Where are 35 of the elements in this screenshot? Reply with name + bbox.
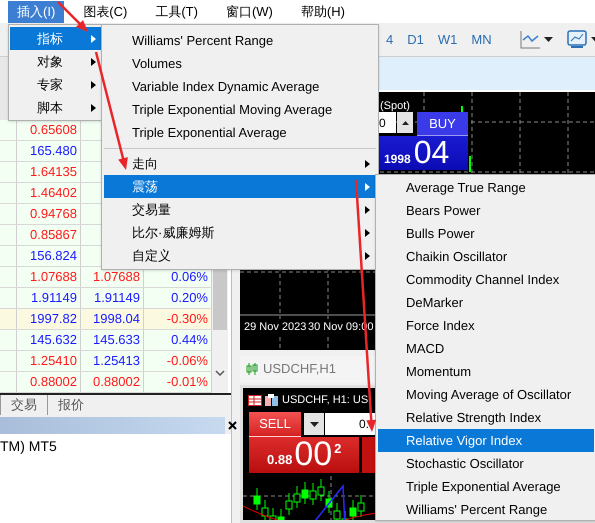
price-cell-text: 0.65608 <box>30 121 77 140</box>
price-cell-text: -0.01% <box>166 373 208 392</box>
price-cell-text: 0.94768 <box>30 205 77 224</box>
price-cell-text: 0.85867 <box>30 226 77 244</box>
price-cell-text: 1.07688 <box>30 268 77 286</box>
price-cell-text: 0.44% <box>171 331 208 350</box>
price-cell-text: -0.06% <box>166 352 208 370</box>
price-cell-text: 0.88002 <box>30 373 77 392</box>
price-cell-text: 0.20% <box>171 289 208 308</box>
price-cell-text: 145.632 <box>30 331 77 350</box>
buy-price-large: 04 <box>414 136 450 168</box>
buy-price-small: 1998 <box>384 151 411 168</box>
panel-text: TM) MT5 <box>0 438 57 454</box>
sell-price-superscript: 2 <box>334 440 342 458</box>
price-cell-text: 156.824 <box>30 247 77 266</box>
sell-price-large: 00 <box>294 437 332 471</box>
chart-header-text: USDCHF, H1: US <box>282 393 368 408</box>
chart-title: USDCHF,H1 <box>263 360 336 378</box>
price-cell-text: 1997.82 <box>30 310 77 328</box>
price-cell-text: 0.88002 <box>93 373 140 392</box>
price-cell-text: 1.91149 <box>30 289 77 308</box>
price-cell-text: 0.06% <box>171 268 208 286</box>
price-cell-text: 1.46402 <box>30 184 77 202</box>
price-cell-text: 1.25410 <box>30 352 77 370</box>
price-cell-text: 1998.04 <box>93 310 140 328</box>
price-cell-text: 145.633 <box>93 331 140 350</box>
price-cell-text: -0.30% <box>166 310 208 328</box>
price-cell-text: 1.25413 <box>93 352 140 370</box>
price-cell-text: 165.480 <box>30 142 77 160</box>
sell-price-small: 0.88 <box>267 450 292 468</box>
date-label: 29 Nov 2023 <box>243 319 308 336</box>
chart-label: (Spot) <box>380 99 410 114</box>
price-cell-text: 1.64135 <box>30 163 77 182</box>
price-cell-text: 1.07688 <box>93 268 140 286</box>
price-cell-text: 1.91149 <box>94 289 140 308</box>
